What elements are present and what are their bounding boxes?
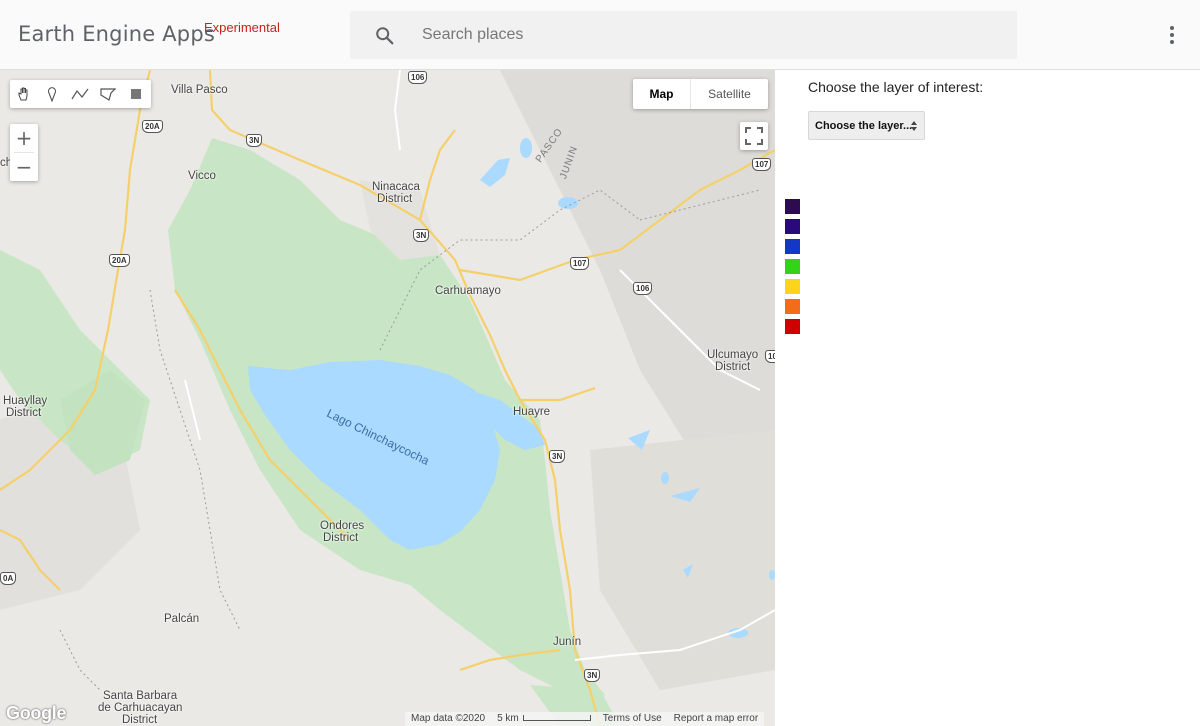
route-shield: 20A [142, 120, 163, 133]
polygon-icon[interactable] [94, 80, 122, 108]
layer-prompt: Choose the layer of interest: [808, 79, 984, 95]
layer-select-value: Choose the layer... [815, 119, 913, 132]
experimental-badge: Experimental [204, 20, 280, 35]
report-map-error-link[interactable]: Report a map error [668, 712, 764, 726]
route-shield: 10 [765, 350, 775, 363]
route-shield: 106 [408, 71, 428, 84]
legend-swatch [785, 199, 800, 214]
label-ninacaca: Ninacaca [372, 181, 420, 193]
legend-swatch [785, 299, 800, 314]
label-villa-pasco: Villa Pasco [171, 84, 228, 96]
label-santa-barbara-district: District [122, 714, 158, 726]
label-huayre: Huayre [513, 406, 551, 418]
label-santa-barbara-2: de Carhuacayan [98, 702, 183, 714]
google-logo: Google [6, 703, 67, 723]
scale-label: 5 km [497, 713, 519, 724]
label-santa-barbara: Santa Barbara [103, 690, 178, 702]
route-shield: 107 [752, 158, 772, 171]
route-shield: 3N [246, 134, 263, 147]
side-panel: Choose the layer of interest: Choose the… [775, 70, 1200, 726]
route-shield: 3N [549, 450, 566, 463]
label-ulcumayo: Ulcumayo [707, 349, 759, 361]
legend-swatch [785, 219, 800, 234]
legend-swatch [785, 319, 800, 334]
pan-hand-icon[interactable] [10, 80, 38, 108]
zoom-control: + − [10, 124, 38, 181]
label-ondores: Ondores [320, 520, 365, 532]
drawing-toolbar [10, 80, 151, 108]
label-huayllay: Huayllay [3, 395, 48, 407]
route-shield: 20A [109, 254, 130, 267]
label-ninacaca-district: District [377, 193, 413, 205]
map-data-attribution: Map data ©2020 [411, 713, 486, 724]
rectangle-icon[interactable] [122, 80, 150, 108]
select-arrows-icon [911, 121, 917, 131]
map-type-map-button[interactable]: Map [633, 79, 690, 109]
zoom-in-button[interactable]: + [10, 124, 38, 152]
map-type-satellite-button[interactable]: Satellite [690, 79, 768, 109]
label-palcan: Palcán [164, 613, 200, 625]
map-view[interactable]: Villa Pasco Vicco Ninacaca District Carh… [0, 70, 775, 726]
legend-swatch [785, 279, 800, 294]
route-shield: 0A [0, 572, 17, 585]
basemap [0, 70, 775, 726]
app-header: Earth Engine Apps Experimental [0, 0, 1200, 70]
scale-line [522, 715, 591, 722]
map-footer: Map data ©2020 5 km Terms of Use Report … [405, 712, 765, 726]
label-ondores-district: District [323, 532, 359, 544]
label-junin: Junín [553, 636, 582, 648]
color-legend [785, 199, 800, 339]
route-shield: 3N [584, 669, 601, 682]
legend-swatch [785, 259, 800, 274]
route-shield: 107 [570, 257, 590, 270]
more-vert-icon[interactable] [1160, 24, 1184, 46]
fullscreen-icon[interactable] [740, 122, 768, 150]
label-vicco: Vicco [188, 170, 216, 182]
search-icon[interactable] [374, 25, 396, 47]
app-title: Earth Engine Apps [18, 22, 216, 46]
marker-icon[interactable] [38, 80, 66, 108]
search-box[interactable] [350, 11, 1017, 59]
scale-bar[interactable]: 5 km [491, 712, 597, 726]
layer-select[interactable]: Choose the layer... [808, 111, 925, 140]
route-shield: 3N [413, 229, 430, 242]
terms-link[interactable]: Terms of Use [597, 712, 668, 726]
zoom-out-button[interactable]: − [10, 153, 38, 181]
route-shield: 106 [633, 282, 653, 295]
map-type-control: Map Satellite [633, 79, 768, 109]
label-ulcumayo-district: District [715, 361, 751, 373]
label-carhuamayo: Carhuamayo [435, 285, 501, 297]
line-icon[interactable] [66, 80, 94, 108]
legend-swatch [785, 239, 800, 254]
search-input[interactable] [422, 11, 1002, 59]
label-huayllay-district: District [6, 407, 42, 419]
